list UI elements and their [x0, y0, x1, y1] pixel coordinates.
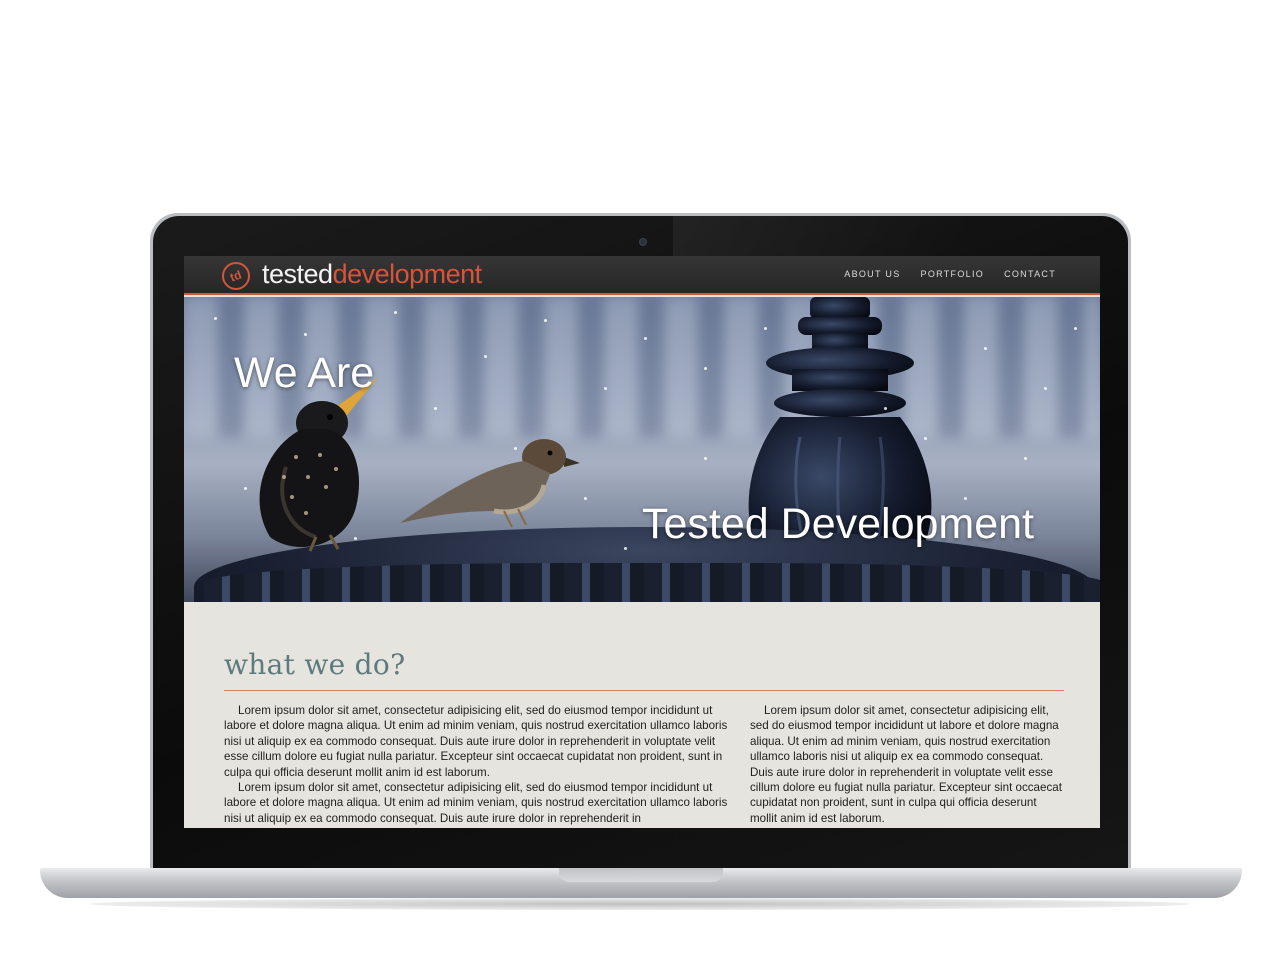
logo-mark-text: td — [228, 267, 244, 285]
right-text-column: Lorem ipsum dolor sit amet, consectetur … — [750, 703, 1066, 826]
sparrow-bird-image — [400, 439, 580, 528]
logo[interactable]: testeddevelopment — [262, 259, 482, 289]
website-screen: td testeddevelopment ABOUT US PORTFOLIO … — [184, 256, 1100, 828]
hero-headline-line1: We Are — [234, 349, 375, 397]
paragraph: Lorem ipsum dolor sit amet, consectetur … — [224, 781, 728, 825]
site-header: td testeddevelopment ABOUT US PORTFOLIO … — [184, 256, 1100, 295]
hero-headline-line2: Tested Development — [642, 500, 1034, 548]
fountain-ledge-image — [204, 563, 1100, 602]
section-divider — [224, 690, 1064, 691]
camera-icon — [639, 238, 647, 246]
logo-text-tested: tested — [262, 259, 333, 289]
laptop-shadow — [90, 898, 1190, 910]
nav-about-us[interactable]: ABOUT US — [844, 269, 900, 279]
main-nav: ABOUT US PORTFOLIO CONTACT — [844, 269, 1056, 279]
paragraph: Lorem ipsum dolor sit amet, consectetur … — [750, 704, 1062, 825]
nav-portfolio[interactable]: PORTFOLIO — [921, 269, 985, 279]
left-text-column: Lorem ipsum dolor sit amet, consectetur … — [224, 703, 732, 826]
hero-banner: We Are Tested Development — [184, 297, 1100, 602]
paragraph: Lorem ipsum dolor sit amet, consectetur … — [224, 704, 728, 779]
what-we-do-section: what we do? Lorem ipsum dolor sit amet, … — [184, 602, 1100, 828]
section-title: what we do? — [224, 648, 406, 681]
logo-mark-icon[interactable]: td — [222, 262, 250, 290]
laptop-base-notch — [559, 868, 723, 882]
nav-contact[interactable]: CONTACT — [1004, 269, 1056, 279]
logo-text-development: development — [332, 259, 483, 289]
